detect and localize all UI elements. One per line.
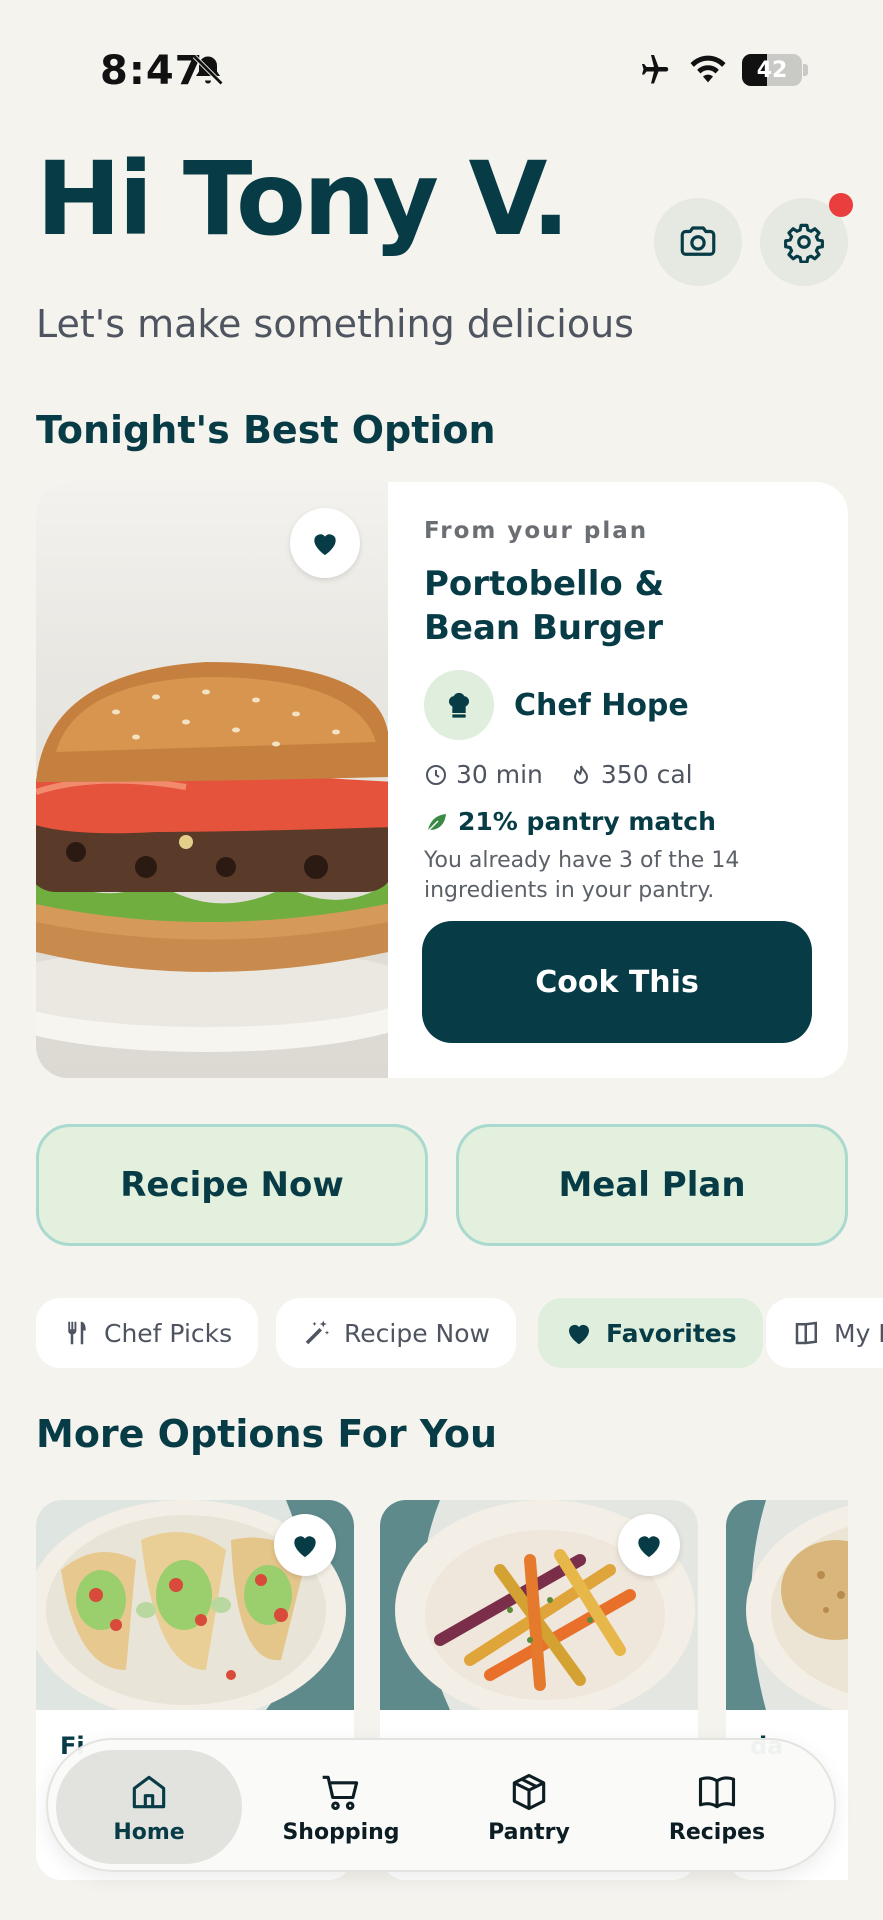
tab-label: Home [113,1819,185,1845]
favorite-button[interactable] [618,1514,680,1576]
cook-this-button[interactable]: Cook This [422,921,812,1043]
tab-label: Shopping [282,1819,400,1845]
cart-icon [322,1775,359,1810]
recipe-title: Portobello & Bean Burger [424,564,665,648]
pantry-match-description: You already have 3 of the 14 ingredients… [424,848,740,903]
book-icon [795,1321,817,1345]
recipe-now-button[interactable]: Recipe Now [36,1124,428,1246]
chef-name: Chef Hope [514,687,689,723]
chef-row: Chef Hope [424,670,812,740]
favorite-button[interactable] [274,1514,336,1576]
battery-nub [803,64,808,76]
utensils-icon [68,1321,86,1345]
tab-shopping[interactable]: Shopping [248,1750,434,1864]
wifi-icon [690,55,726,83]
heart-icon [294,1536,316,1557]
battery-indicator: 42 [742,54,802,86]
camera-icon [680,226,716,256]
chip-chef-picks[interactable]: Chef Picks [36,1298,259,1368]
tab-pantry[interactable]: Pantry [436,1750,622,1864]
greeting-subtitle: Let's make something delicious [36,302,634,346]
recipe-source: From your plan [424,518,649,544]
chip-favorites[interactable]: Favorites [538,1298,763,1368]
heart-icon [569,1324,589,1345]
book-open-icon [698,1775,736,1808]
tab-label: Pantry [488,1819,570,1845]
leaf-icon [427,813,446,832]
chef-avatar [424,670,494,740]
chip-label: Recipe Now [344,1318,490,1348]
status-time: 8:47 [100,48,204,94]
heart-icon [314,534,336,555]
pantry-match-label: 21% pantry match [458,807,716,836]
bell-muted-icon [192,54,224,86]
chef-hat-icon [448,692,470,718]
airplane-icon [642,55,669,84]
chip-my-recipes[interactable]: My R [766,1298,883,1368]
favorite-button[interactable] [290,508,360,578]
greeting-title: Hi Tony V. [36,140,570,259]
section-title-best-option: Tonight's Best Option [36,408,496,452]
chip-label: Chef Picks [104,1318,233,1348]
burger-image [36,482,388,1078]
tab-recipes[interactable]: Recipes [624,1750,810,1864]
battery-percent: 42 [756,58,788,83]
section-title-more-options: More Options For You [36,1412,498,1456]
pantry-match: 21% pantry match [424,807,812,836]
heart-icon [638,1536,660,1557]
gear-icon [784,223,824,263]
status-bar: 8:47 42 [0,0,883,140]
filter-chips: Chef Picks Recipe Now Favorites My R [36,1298,883,1368]
clock-icon [426,764,446,785]
camera-button[interactable] [654,198,742,286]
notification-badge [829,193,853,217]
box-icon [512,1773,546,1810]
meal-plan-button[interactable]: Meal Plan [456,1124,848,1246]
bottom-tab-bar: Home Shopping Pantry Recipes [46,1738,836,1872]
magic-wand-icon [305,1320,330,1345]
chip-recipe-now[interactable]: Recipe Now [276,1298,516,1368]
flame-icon [573,765,588,784]
chip-label: My R [834,1318,883,1348]
tab-home[interactable]: Home [56,1750,242,1864]
tab-label: Recipes [668,1819,766,1845]
home-icon [132,1775,166,1808]
calories: 350 cal [600,760,693,789]
chip-label: Favorites [606,1318,737,1348]
recipe-meta: 30 min 350 cal [424,760,812,789]
fish-dish-image [726,1500,848,1710]
cook-time: 30 min [456,760,543,789]
